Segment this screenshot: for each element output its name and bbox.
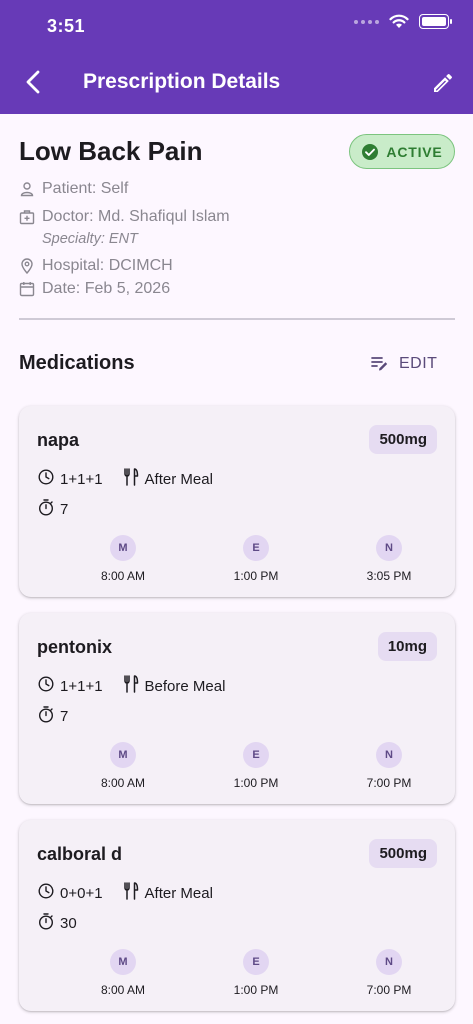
slot-time: 8:00 AM: [100, 983, 146, 997]
dose-time-slot: E 1:00 PM: [206, 742, 306, 790]
medications-heading: Medications: [19, 352, 135, 374]
schedule-row: 1+1+1 After Meal: [38, 468, 213, 490]
date-text: Date: Feb 5, 2026: [42, 280, 171, 297]
person-icon: [19, 181, 35, 197]
dose-time-slot: N 7:00 PM: [339, 949, 439, 997]
back-button[interactable]: [20, 68, 46, 96]
medication-card[interactable]: napa 500mg 1+1+1 After Meal 7 M 8:00 AM E 1:00 P…: [19, 406, 455, 597]
medication-name: calboral d: [37, 844, 123, 864]
meal-info: After Meal: [123, 882, 213, 904]
clock-icon: [38, 469, 54, 489]
slot-letter: M: [110, 742, 136, 768]
fork-knife-icon: [123, 675, 139, 697]
status-icons: [354, 14, 452, 29]
hospital-row: Hospital: DCIMCH: [19, 257, 173, 275]
status-badge-label: ACTIVE: [386, 143, 443, 160]
slot-letter: M: [110, 535, 136, 561]
timer-icon: [38, 499, 54, 520]
location-pin-icon: [19, 258, 35, 274]
doctor-text: Doctor: Md. Shafiqul Islam: [42, 208, 230, 225]
schedule-row: 0+0+1 After Meal: [38, 882, 213, 904]
dose-chip: 500mg: [369, 839, 437, 868]
edit-medications-button[interactable]: EDIT: [371, 355, 437, 373]
meal-text: Before Meal: [144, 677, 226, 695]
back-arrow-icon: [26, 70, 40, 94]
battery-icon: [419, 14, 452, 29]
slot-letter: E: [243, 742, 269, 768]
prescription-title: Low Back Pain: [19, 136, 203, 166]
dose-time-slot: N 3:05 PM: [339, 535, 439, 583]
specialty-text: Specialty: ENT: [42, 231, 138, 247]
medication-name: napa: [37, 430, 80, 450]
slot-time: 1:00 PM: [233, 569, 279, 583]
slot-time: 7:00 PM: [366, 776, 412, 790]
meal-info: After Meal: [123, 468, 213, 490]
dose-chip: 10mg: [377, 632, 437, 661]
patient-row: Patient: Self: [19, 180, 128, 198]
duration-text: 7: [60, 501, 69, 518]
clock-icon: [38, 883, 54, 903]
meal-text: After Meal: [144, 470, 213, 488]
schedule-row: 1+1+1 Before Meal: [38, 675, 225, 697]
status-badge: ACTIVE: [349, 134, 455, 169]
medical-bag-icon: [19, 209, 35, 225]
divider: [19, 318, 455, 320]
slot-time: 8:00 AM: [100, 569, 146, 583]
duration-text: 7: [60, 708, 69, 725]
patient-text: Patient: Self: [42, 180, 129, 197]
wifi-icon: [389, 14, 409, 28]
dose-time-slot: E 1:00 PM: [206, 949, 306, 997]
doctor-row: Doctor: Md. Shafiqul Islam: [19, 208, 230, 226]
pencil-icon: [434, 73, 453, 92]
slot-letter: N: [376, 949, 402, 975]
clock-icon: [38, 676, 54, 696]
meal-text: After Meal: [144, 884, 213, 902]
duration-row: 30: [38, 913, 77, 934]
slot-time: 8:00 AM: [100, 776, 146, 790]
schedule-text: 0+0+1: [60, 884, 103, 902]
slot-time: 1:00 PM: [233, 776, 279, 790]
calendar-icon: [19, 281, 35, 297]
schedule-text: 1+1+1: [60, 677, 103, 695]
dose-time-slot: N 7:00 PM: [339, 742, 439, 790]
page-title: Prescription Details: [83, 70, 281, 93]
edit-medications-label: EDIT: [399, 355, 438, 372]
slot-letter: E: [243, 949, 269, 975]
dose-time-slot: E 1:00 PM: [206, 535, 306, 583]
slot-letter: N: [376, 535, 402, 561]
slot-letter: N: [376, 742, 402, 768]
date-row: Date: Feb 5, 2026: [19, 280, 170, 298]
status-time: 3:51: [47, 16, 86, 36]
hospital-text: Hospital: DCIMCH: [42, 257, 173, 274]
edit-note-icon: [371, 357, 388, 371]
slot-time: 3:05 PM: [366, 569, 412, 583]
duration-row: 7: [38, 706, 68, 727]
fork-knife-icon: [123, 468, 139, 490]
medication-card[interactable]: calboral d 500mg 0+0+1 After Meal 30 M 8:00 AM…: [19, 820, 455, 1011]
check-circle-icon: [362, 143, 379, 160]
timer-icon: [38, 913, 54, 934]
slot-time: 1:00 PM: [233, 983, 279, 997]
meal-info: Before Meal: [123, 675, 226, 697]
slot-letter: E: [243, 535, 269, 561]
duration-row: 7: [38, 499, 68, 520]
fork-knife-icon: [123, 882, 139, 904]
medication-card[interactable]: pentonix 10mg 1+1+1 Before Meal 7 M 8:00 AM E 1:…: [19, 613, 455, 804]
dose-time-slot: M 8:00 AM: [73, 535, 173, 583]
medication-name: pentonix: [37, 637, 112, 657]
dose-time-slot: M 8:00 AM: [73, 742, 173, 790]
duration-text: 30: [60, 915, 77, 932]
cellular-signal-icon: [354, 19, 379, 24]
schedule-text: 1+1+1: [60, 470, 103, 488]
timer-icon: [38, 706, 54, 727]
slot-time: 7:00 PM: [366, 983, 412, 997]
dose-chip: 500mg: [369, 425, 437, 454]
app-bar: 3:51 Prescription Details: [0, 0, 473, 114]
edit-prescription-button[interactable]: [429, 69, 457, 97]
slot-letter: M: [110, 949, 136, 975]
dose-time-slot: M 8:00 AM: [73, 949, 173, 997]
